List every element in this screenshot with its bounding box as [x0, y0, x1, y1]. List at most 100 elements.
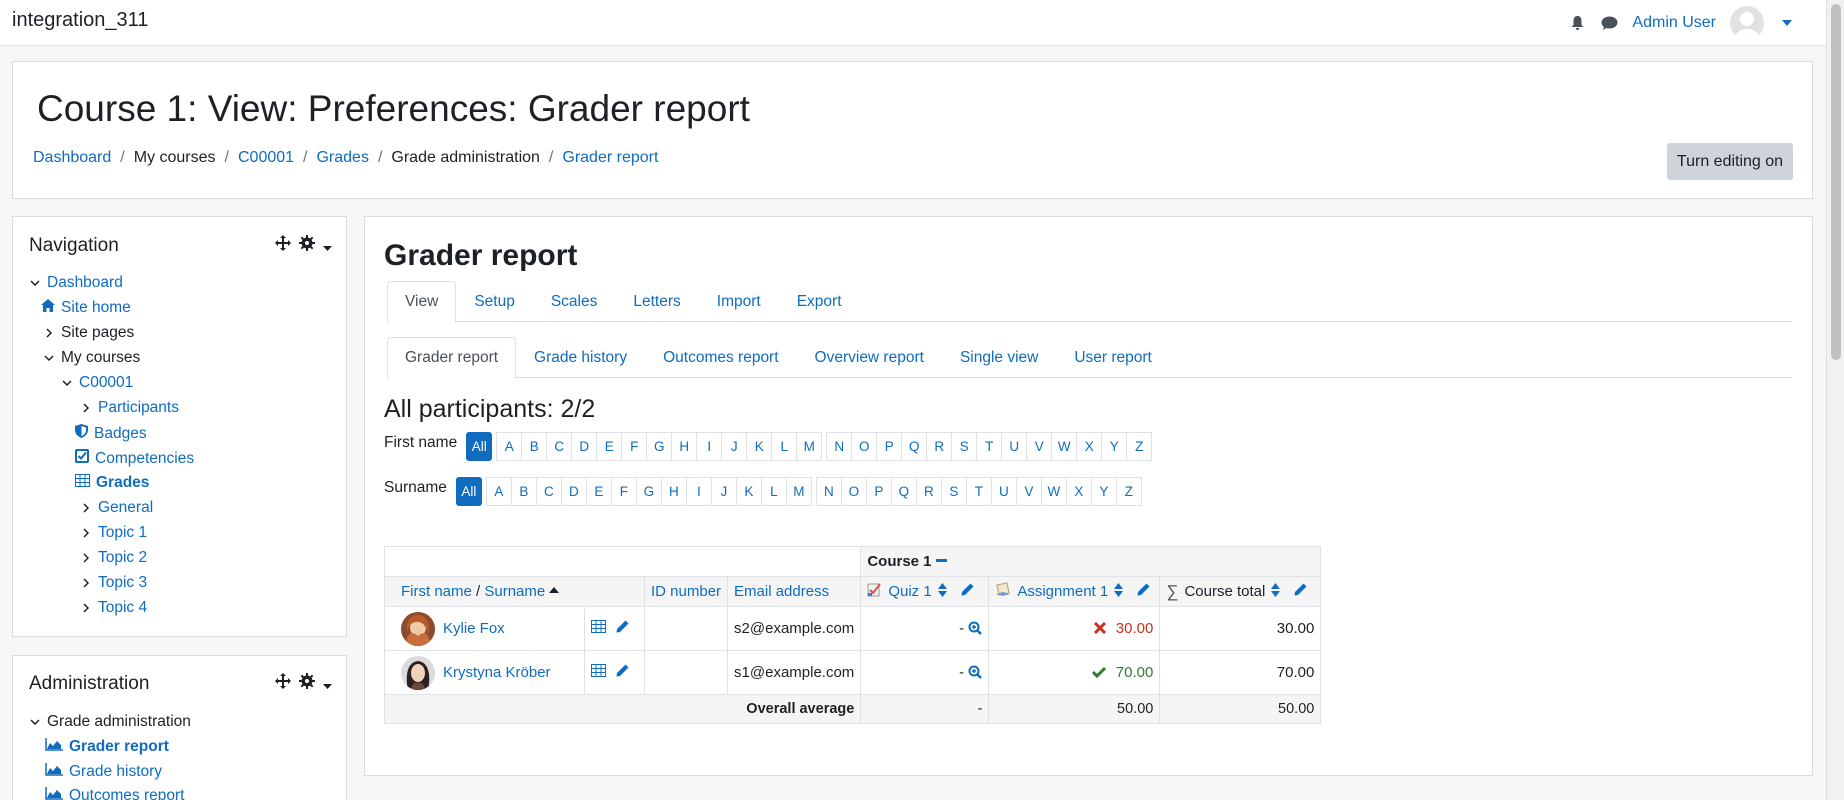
- firstname-initial-j[interactable]: J: [721, 432, 748, 461]
- surname-initial-q[interactable]: Q: [890, 477, 917, 506]
- nav-item-site-home[interactable]: Site home: [41, 299, 131, 317]
- sort-firstname-link[interactable]: First name: [401, 583, 472, 600]
- nav-item-course[interactable]: C00001: [61, 374, 133, 392]
- initial-all[interactable]: All: [466, 432, 493, 461]
- firstname-initial-q[interactable]: Q: [901, 432, 928, 461]
- gear-icon[interactable]: [299, 235, 315, 256]
- nav-item-site-pages[interactable]: Site pages: [43, 324, 134, 342]
- breadcrumb-grades[interactable]: Grades: [316, 149, 368, 167]
- collapse-icon[interactable]: [935, 553, 947, 570]
- nav-item-topic-2[interactable]: Topic 2: [80, 549, 147, 567]
- avatar[interactable]: [401, 611, 435, 646]
- user-avatar[interactable]: [1730, 6, 1764, 40]
- chat-bubble-icon[interactable]: [1600, 14, 1618, 32]
- nav-item-label[interactable]: Topic 1: [98, 524, 147, 542]
- subtab-user-report[interactable]: User report: [1056, 337, 1170, 378]
- surname-initial-b[interactable]: B: [510, 477, 537, 506]
- tab-setup[interactable]: Setup: [456, 281, 533, 322]
- subtab-grade-history[interactable]: Grade history: [516, 337, 645, 378]
- surname-initial-k[interactable]: K: [735, 477, 762, 506]
- chevron-down-icon[interactable]: [43, 355, 55, 361]
- course-total-cell[interactable]: 70.00: [1159, 650, 1322, 695]
- firstname-initial-a[interactable]: A: [496, 432, 523, 461]
- surname-initial-f[interactable]: F: [610, 477, 637, 506]
- chevron-down-icon[interactable]: [29, 719, 41, 725]
- admin-item-label[interactable]: Grader report: [69, 738, 169, 756]
- page-scrollbar[interactable]: [1826, 0, 1844, 800]
- caret-down-icon[interactable]: [1778, 14, 1796, 32]
- move-icon[interactable]: [275, 673, 291, 694]
- course-total-cell[interactable]: 30.00: [1159, 606, 1322, 651]
- admin-item-grade-history[interactable]: Grade history: [45, 763, 162, 781]
- surname-initial-c[interactable]: C: [535, 477, 562, 506]
- breadcrumb-dashboard[interactable]: Dashboard: [33, 149, 111, 167]
- firstname-initial-p[interactable]: P: [876, 432, 903, 461]
- firstname-initial-r[interactable]: R: [926, 432, 953, 461]
- surname-initial-g[interactable]: G: [635, 477, 662, 506]
- surname-initial-h[interactable]: H: [660, 477, 687, 506]
- tab-import[interactable]: Import: [699, 281, 779, 322]
- nav-item-general[interactable]: General: [80, 499, 153, 517]
- firstname-initial-g[interactable]: G: [646, 432, 673, 461]
- turn-editing-on-button[interactable]: Turn editing on: [1667, 143, 1793, 180]
- firstname-initial-b[interactable]: B: [521, 432, 548, 461]
- surname-initial-m[interactable]: M: [785, 477, 812, 506]
- caret-down-icon[interactable]: [323, 236, 332, 256]
- chevron-right-icon[interactable]: [80, 603, 92, 613]
- gear-icon[interactable]: [299, 673, 315, 694]
- nav-item-label[interactable]: C00001: [79, 374, 133, 392]
- email-column-header[interactable]: Email address: [727, 576, 862, 607]
- surname-initial-y[interactable]: Y: [1090, 477, 1117, 506]
- table-icon[interactable]: [591, 620, 606, 637]
- pencil-icon[interactable]: [1137, 583, 1150, 600]
- firstname-initial-x[interactable]: X: [1076, 432, 1103, 461]
- nav-item-label[interactable]: Participants: [98, 399, 179, 417]
- move-icon[interactable]: [275, 235, 291, 256]
- nav-item-grades[interactable]: Grades: [75, 474, 149, 492]
- surname-initial-j[interactable]: J: [710, 477, 737, 506]
- chevron-right-icon[interactable]: [80, 578, 92, 588]
- firstname-initial-y[interactable]: Y: [1101, 432, 1128, 461]
- assignment-grade-cell[interactable]: 30.00: [988, 606, 1161, 651]
- initial-all[interactable]: All: [455, 477, 482, 506]
- assignment-grade-cell[interactable]: 70.00: [988, 650, 1161, 695]
- surname-initial-w[interactable]: W: [1040, 477, 1067, 506]
- sort-updown-icon[interactable]: [1114, 582, 1124, 601]
- firstname-initial-c[interactable]: C: [546, 432, 573, 461]
- sort-updown-icon[interactable]: [1271, 582, 1281, 601]
- surname-initial-x[interactable]: X: [1065, 477, 1092, 506]
- surname-initial-o[interactable]: O: [840, 477, 867, 506]
- subtab-outcomes-report[interactable]: Outcomes report: [645, 337, 796, 378]
- firstname-initial-v[interactable]: V: [1026, 432, 1053, 461]
- breadcrumb-course[interactable]: C00001: [238, 149, 294, 167]
- nav-item-label[interactable]: Topic 3: [98, 574, 147, 592]
- firstname-initial-f[interactable]: F: [621, 432, 648, 461]
- surname-initial-p[interactable]: P: [865, 477, 892, 506]
- zoom-in-icon[interactable]: [968, 664, 983, 681]
- surname-initial-s[interactable]: S: [940, 477, 967, 506]
- nav-item-label[interactable]: Competencies: [95, 450, 194, 468]
- scrollbar-thumb[interactable]: [1831, 4, 1841, 360]
- firstname-initial-n[interactable]: N: [826, 432, 853, 461]
- pencil-icon[interactable]: [1294, 583, 1307, 600]
- firstname-initial-s[interactable]: S: [951, 432, 978, 461]
- subtab-single-view[interactable]: Single view: [942, 337, 1056, 378]
- bell-icon[interactable]: [1568, 14, 1586, 32]
- student-name-link[interactable]: Krystyna Kröber: [443, 664, 551, 681]
- quiz-grade-cell[interactable]: -: [860, 650, 990, 695]
- firstname-initial-i[interactable]: I: [696, 432, 723, 461]
- firstname-initial-z[interactable]: Z: [1126, 432, 1153, 461]
- surname-initial-e[interactable]: E: [585, 477, 612, 506]
- firstname-initial-o[interactable]: O: [851, 432, 878, 461]
- tab-scales[interactable]: Scales: [533, 281, 616, 322]
- tab-export[interactable]: Export: [779, 281, 860, 322]
- nav-item-label[interactable]: Topic 4: [98, 599, 147, 617]
- caret-down-icon[interactable]: [323, 674, 332, 694]
- firstname-initial-h[interactable]: H: [671, 432, 698, 461]
- email-column-label[interactable]: Email address: [734, 583, 829, 600]
- user-name-link[interactable]: Admin User: [1632, 14, 1716, 32]
- quiz-grade-cell[interactable]: -: [860, 606, 990, 651]
- firstname-initial-l[interactable]: L: [771, 432, 798, 461]
- surname-initial-r[interactable]: R: [915, 477, 942, 506]
- subtab-overview-report[interactable]: Overview report: [797, 337, 942, 378]
